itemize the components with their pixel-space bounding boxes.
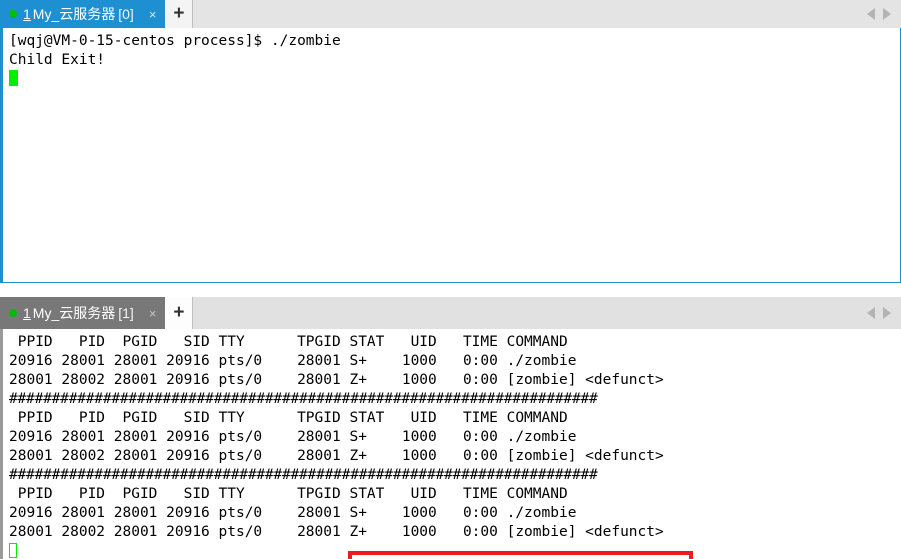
- ps-table-header: PPID PID PGID SID TTY TPGID STAT UID TIM…: [9, 334, 568, 350]
- ps-table-row: 28001 28002 28001 20916 pts/0 28001 Z+ 1…: [9, 524, 664, 540]
- ps-table-row: 20916 28001 28001 20916 pts/0 28001 S+ 1…: [9, 505, 577, 521]
- tab-title-label: My_云服务器: [32, 305, 116, 321]
- chevron-right-icon[interactable]: [883, 307, 891, 319]
- terminal-window: 1 My_云服务器 [0] × + [wqj@VM-0-15-centos pr…: [0, 0, 901, 559]
- bottom-terminal-pane[interactable]: PPID PID PGID SID TTY TPGID STAT UID TIM…: [0, 329, 901, 559]
- bottom-terminal-output: PPID PID PGID SID TTY TPGID STAT UID TIM…: [3, 329, 901, 559]
- tab-suffix-label: [1]: [118, 305, 134, 321]
- terminal-line: [wqj@VM-0-15-centos process]$ ./zombie: [9, 33, 341, 49]
- pane-divider[interactable]: [0, 283, 901, 297]
- top-tab-nav-group: [867, 0, 901, 28]
- terminal-cursor: [9, 543, 17, 558]
- chevron-left-icon[interactable]: [867, 8, 875, 20]
- ps-table-row: 20916 28001 28001 20916 pts/0 28001 S+ 1…: [9, 353, 577, 369]
- new-tab-button[interactable]: +: [165, 0, 194, 28]
- ps-table-row: 28001 28002 28001 20916 pts/0 28001 Z+ 1…: [9, 372, 664, 388]
- chevron-right-icon[interactable]: [883, 8, 891, 20]
- separator-line: ########################################…: [9, 467, 598, 483]
- tab-suffix-label: [0]: [118, 6, 134, 22]
- top-terminal-output: [wqj@VM-0-15-centos process]$ ./zombie C…: [3, 28, 900, 89]
- ps-table-row: 20916 28001 28001 20916 pts/0 28001 S+ 1…: [9, 429, 577, 445]
- separator-line: ########################################…: [9, 391, 598, 407]
- bottom-tab-bar-filler: [193, 297, 867, 329]
- top-tab-bar: 1 My_云服务器 [0] × +: [0, 0, 901, 28]
- tab-index-label: 1: [23, 305, 31, 321]
- bottom-tab-nav-group: [867, 297, 901, 329]
- tab-my-cloud-server-0[interactable]: 1 My_云服务器 [0] ×: [0, 0, 166, 28]
- terminal-line: Child Exit!: [9, 52, 106, 68]
- bottom-tab-bar: 1 My_云服务器 [1] × +: [0, 297, 901, 329]
- tab-my-cloud-server-1[interactable]: 1 My_云服务器 [1] ×: [0, 297, 166, 329]
- close-icon[interactable]: ×: [146, 307, 160, 320]
- tab-title-label: My_云服务器: [32, 6, 116, 22]
- chevron-left-icon[interactable]: [867, 307, 875, 319]
- ps-table-row: 28001 28002 28001 20916 pts/0 28001 Z+ 1…: [9, 448, 664, 464]
- top-terminal-pane[interactable]: [wqj@VM-0-15-centos process]$ ./zombie C…: [0, 28, 901, 283]
- tab-status-dot-icon: [9, 309, 17, 317]
- close-icon[interactable]: ×: [146, 8, 160, 21]
- top-tab-bar-filler: [193, 0, 867, 28]
- tab-status-dot-icon: [9, 10, 17, 18]
- tab-index-label: 1: [23, 6, 31, 22]
- ps-table-header: PPID PID PGID SID TTY TPGID STAT UID TIM…: [9, 410, 568, 426]
- ps-table-header: PPID PID PGID SID TTY TPGID STAT UID TIM…: [9, 486, 568, 502]
- new-tab-button[interactable]: +: [165, 297, 194, 329]
- terminal-cursor: [9, 70, 18, 86]
